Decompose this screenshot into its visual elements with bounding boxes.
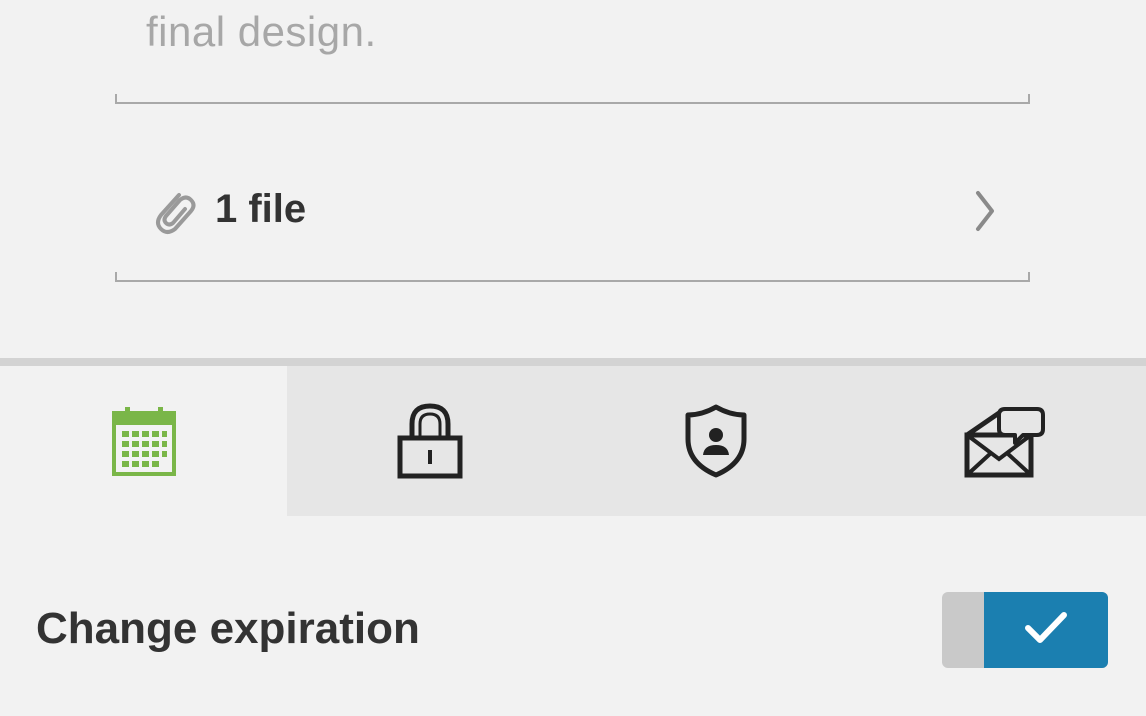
tab-notifications[interactable] [859, 366, 1146, 516]
tab-expiration[interactable] [0, 366, 287, 516]
lock-icon [396, 402, 464, 480]
chevron-right-icon [972, 189, 998, 233]
shield-user-icon [684, 403, 748, 479]
tab-password[interactable] [287, 366, 573, 516]
toggle-on-thumb [984, 592, 1108, 668]
change-expiration-toggle[interactable] [942, 592, 1108, 668]
share-settings-screen: final design. 1 file Change expiration [0, 0, 1146, 716]
paperclip-icon [149, 185, 197, 237]
attachment-field-underline [115, 272, 1030, 282]
message-text[interactable]: final design. [146, 8, 377, 56]
attachment-count: 1 file [215, 187, 307, 231]
tab-security[interactable] [573, 366, 859, 516]
message-field-underline [115, 94, 1030, 104]
section-divider [0, 358, 1146, 366]
envelope-chat-icon [961, 403, 1045, 479]
change-expiration-label: Change expiration [36, 604, 420, 653]
settings-tabbar [0, 366, 1146, 516]
calendar-icon [111, 405, 177, 477]
attachment-row[interactable]: 1 file [115, 165, 1030, 260]
check-icon [1024, 611, 1068, 650]
